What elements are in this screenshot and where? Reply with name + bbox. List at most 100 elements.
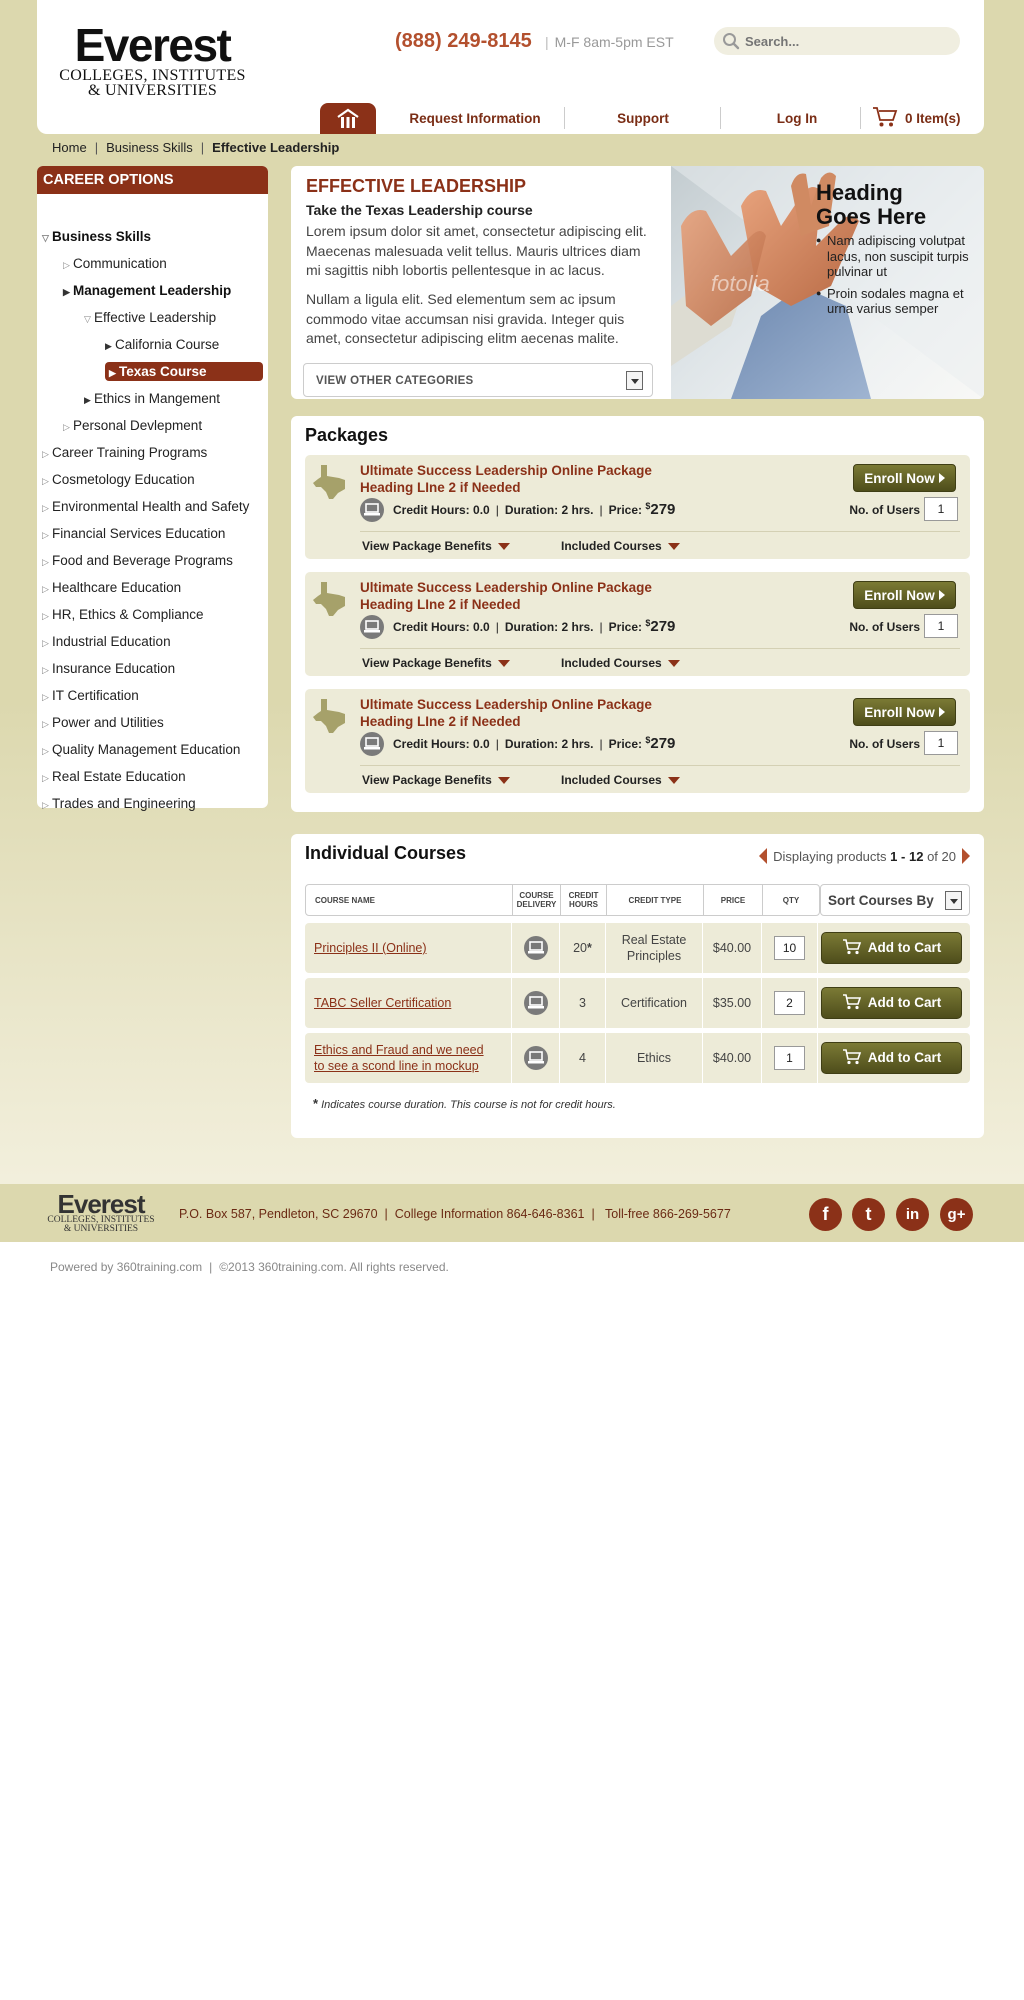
users-input[interactable]: 1 (924, 731, 958, 755)
collapsed-arrow-icon[interactable]: ▷ (42, 773, 52, 784)
collapsed-arrow-icon[interactable]: ▷ (42, 503, 52, 514)
sidebar-item[interactable]: ▷ Power and Utilities (42, 715, 164, 730)
qty-input[interactable]: 10 (774, 936, 805, 960)
package-meta: Credit Hours: 0.0 | Duration: 2 hrs. | Price… (393, 618, 676, 635)
add-to-cart-button[interactable]: Add to Cart (821, 987, 962, 1019)
facebook-icon[interactable]: f (809, 1198, 842, 1231)
sort-courses-select[interactable]: Sort Courses By (820, 884, 970, 916)
collapsed-arrow-icon[interactable]: ▷ (42, 719, 52, 730)
collapsed-arrow-icon[interactable]: ▷ (42, 638, 52, 649)
footer-logo[interactable]: Everest COLLEGES, INSTITUTES & UNIVERSIT… (46, 1191, 156, 1234)
nav-support[interactable]: Support (578, 111, 708, 126)
sidebar-item[interactable]: ▷ HR, Ethics & Compliance (42, 607, 204, 622)
sidebar-item[interactable]: ▷ Environmental Health and Safety (42, 499, 249, 514)
col-course-name[interactable]: COURSE NAME (306, 885, 513, 915)
sidebar-item[interactable]: ▷ Insurance Education (42, 661, 175, 676)
chevron-down-icon[interactable] (626, 371, 643, 390)
view-package-benefits-link[interactable]: View Package Benefits (362, 773, 510, 787)
collapsed-arrow-icon[interactable]: ▶ (63, 287, 73, 298)
collapsed-arrow-icon[interactable]: ▷ (42, 530, 52, 541)
prev-page-icon[interactable] (759, 848, 768, 864)
col-credit-hours[interactable]: CREDIT HOURS (561, 885, 607, 915)
course-name-link[interactable]: Principles II (Online) (305, 923, 512, 973)
collapsed-arrow-icon[interactable]: ▷ (42, 584, 52, 595)
enroll-now-button[interactable]: Enroll Now (853, 581, 956, 609)
sidebar-item[interactable]: ▽ Effective Leadership (84, 310, 216, 325)
next-page-icon[interactable] (962, 848, 970, 864)
sidebar-item[interactable]: ▷ Quality Management Education (42, 742, 240, 757)
expanded-arrow-icon[interactable]: ▽ (84, 314, 94, 325)
add-to-cart-button[interactable]: Add to Cart (821, 1042, 962, 1074)
view-other-categories-select[interactable]: VIEW OTHER CATEGORIES (303, 363, 653, 397)
sidebar-item[interactable]: ▷ Communication (63, 256, 167, 271)
included-courses-link[interactable]: Included Courses (561, 656, 680, 670)
enroll-now-button[interactable]: Enroll Now (853, 698, 956, 726)
nav-request-information[interactable]: Request Information (400, 111, 550, 126)
users-input[interactable]: 1 (924, 614, 958, 638)
collapsed-arrow-icon[interactable]: ▷ (42, 665, 52, 676)
home-tab[interactable] (320, 103, 376, 134)
linkedin-icon[interactable]: in (896, 1198, 929, 1231)
included-courses-link[interactable]: Included Courses (561, 539, 680, 553)
collapsed-arrow-icon[interactable]: ▶ (105, 341, 115, 352)
col-credit-type[interactable]: CREDIT TYPE (607, 885, 704, 915)
breadcrumb-business-skills[interactable]: Business Skills (106, 140, 193, 155)
sidebar-item[interactable]: ▷ Cosmetology Education (42, 472, 195, 487)
expanded-arrow-icon[interactable]: ▽ (42, 233, 52, 244)
sidebar-item[interactable]: ▶ Texas Course (105, 362, 263, 381)
collapsed-arrow-icon[interactable]: ▷ (42, 800, 52, 811)
phone-number[interactable]: (888) 249-8145 (395, 30, 532, 53)
collapsed-arrow-icon[interactable]: ▷ (42, 476, 52, 487)
users-input[interactable]: 1 (924, 497, 958, 521)
sidebar-item[interactable]: ▶ California Course (105, 337, 219, 352)
course-name-link[interactable]: Ethics and Fraud and we need to see a sco… (305, 1033, 512, 1083)
sidebar-item[interactable]: ▽ Business Skills (42, 229, 151, 244)
col-qty[interactable]: QTY (763, 885, 819, 915)
sidebar-item[interactable]: ▷ Career Training Programs (42, 445, 207, 460)
powered-by-link[interactable]: Powered by 360training.com (50, 1260, 202, 1274)
package-title[interactable]: Ultimate Success Leadership Online Packa… (360, 579, 690, 613)
course-name-link[interactable]: TABC Seller Certification (305, 978, 512, 1028)
collapsed-arrow-icon[interactable]: ▶ (109, 368, 119, 379)
google-plus-icon[interactable]: g+ (940, 1198, 973, 1231)
collapsed-arrow-icon[interactable]: ▷ (42, 692, 52, 703)
sidebar-item[interactable]: ▷ Real Estate Education (42, 769, 186, 784)
included-courses-link[interactable]: Included Courses (561, 773, 680, 787)
collapsed-arrow-icon[interactable]: ▷ (42, 449, 52, 460)
enroll-now-button[interactable]: Enroll Now (853, 464, 956, 492)
sidebar-item[interactable]: ▷ Trades and Engineering (42, 796, 196, 811)
add-to-cart-button[interactable]: Add to Cart (821, 932, 962, 964)
nav-login[interactable]: Log In (732, 111, 862, 126)
twitter-icon[interactable]: t (852, 1198, 885, 1231)
sidebar-item[interactable]: ▷ IT Certification (42, 688, 139, 703)
collapsed-arrow-icon[interactable]: ▷ (63, 260, 73, 271)
collapsed-arrow-icon[interactable]: ▶ (84, 395, 94, 406)
breadcrumb-home[interactable]: Home (52, 140, 87, 155)
collapsed-arrow-icon[interactable]: ▷ (63, 422, 73, 433)
collapsed-arrow-icon[interactable]: ▷ (42, 557, 52, 568)
collapsed-arrow-icon[interactable]: ▷ (42, 746, 52, 757)
search-input[interactable] (745, 31, 945, 51)
sidebar-item[interactable]: ▷ Healthcare Education (42, 580, 181, 595)
col-course-delivery[interactable]: COURSE DELIVERY (513, 885, 561, 915)
view-package-benefits-link[interactable]: View Package Benefits (362, 539, 510, 553)
search-icon[interactable] (722, 32, 740, 50)
sidebar-item[interactable]: ▶ Management Leadership (63, 283, 231, 298)
sidebar-item[interactable]: ▷ Food and Beverage Programs (42, 553, 233, 568)
chevron-down-icon[interactable] (945, 891, 962, 910)
everest-logo[interactable]: Everest COLLEGES, INSTITUTES & UNIVERSIT… (55, 22, 250, 99)
sidebar-item[interactable]: ▷ Financial Services Education (42, 526, 225, 541)
cart-icon[interactable] (872, 105, 898, 129)
sidebar-item[interactable]: ▷ Industrial Education (42, 634, 171, 649)
view-package-benefits-link[interactable]: View Package Benefits (362, 656, 510, 670)
collapsed-arrow-icon[interactable]: ▷ (42, 611, 52, 622)
qty-input[interactable]: 2 (774, 991, 805, 1015)
package-title[interactable]: Ultimate Success Leadership Online Packa… (360, 462, 690, 496)
qty-input[interactable]: 1 (774, 1046, 805, 1070)
col-price[interactable]: PRICE (704, 885, 763, 915)
package-title[interactable]: Ultimate Success Leadership Online Packa… (360, 696, 690, 730)
users-label: No. of Users (849, 503, 920, 517)
cart-count[interactable]: 0 Item(s) (905, 111, 961, 126)
sidebar-item[interactable]: ▶ Ethics in Mangement (84, 391, 220, 406)
sidebar-item[interactable]: ▷ Personal Devlepment (63, 418, 202, 433)
